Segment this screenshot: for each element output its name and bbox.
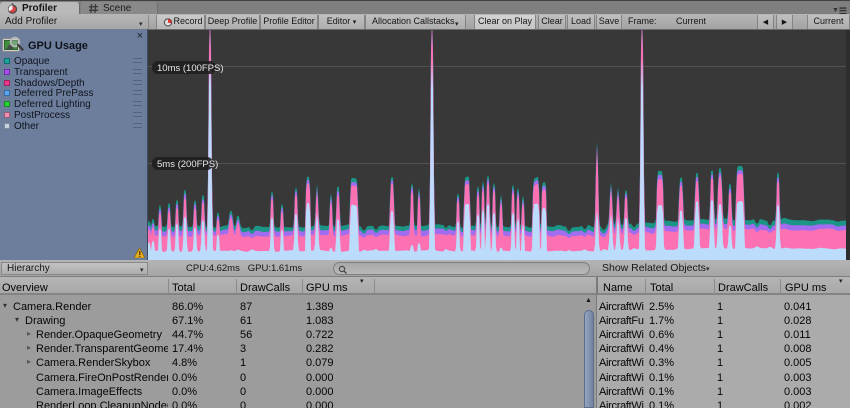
svg-text:5ms (200FPS): 5ms (200FPS): [157, 159, 218, 170]
svg-text:10ms (100FPS): 10ms (100FPS): [157, 63, 224, 74]
